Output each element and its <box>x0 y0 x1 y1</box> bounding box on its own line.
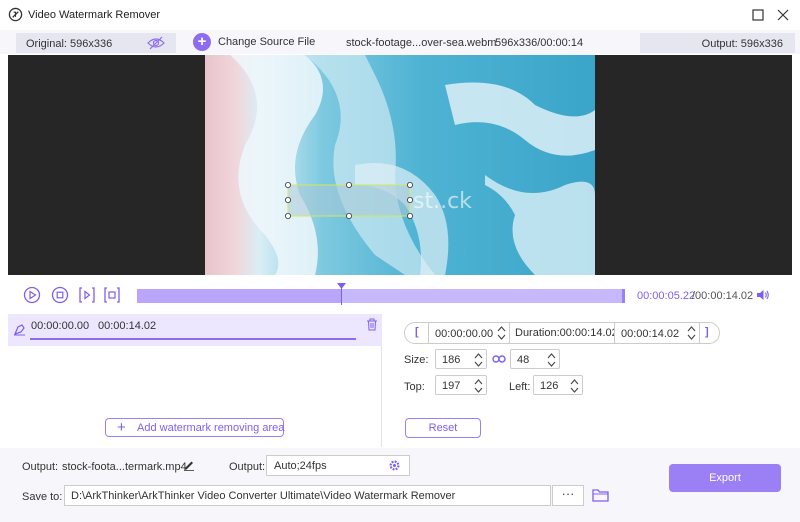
plus-icon: + <box>117 419 126 436</box>
segment-end-time: 00:00:14.02 <box>98 320 157 332</box>
output-file-name: stock-foota...termark.mp4 <box>62 461 187 473</box>
save-path-value: D:\ArkThinker\ArkThinker Video Converter… <box>71 490 456 502</box>
open-folder-icon[interactable] <box>592 488 609 502</box>
output-size-box: Output: 596x336 <box>640 33 795 53</box>
original-size-box: Original: 596x336 <box>16 33 176 53</box>
app-logo-icon <box>8 7 23 22</box>
ocean-image: st..ck <box>205 55 595 275</box>
duration-label: Duration:00:00:14.02 <box>515 327 618 339</box>
volume-icon[interactable] <box>756 288 770 302</box>
top-value: 197 <box>442 380 461 392</box>
left-field[interactable]: 126 <box>533 375 583 395</box>
total-time: /00:00:14.02 <box>692 290 754 302</box>
current-time: 00:00:05.22 <box>637 290 696 302</box>
output-format-field[interactable]: Auto;24fps <box>266 455 410 476</box>
save-path-field[interactable]: D:\ArkThinker\ArkThinker Video Converter… <box>64 485 551 506</box>
output-format-value: Auto;24fps <box>274 460 327 472</box>
height-field[interactable]: 48 <box>510 349 560 369</box>
output-size-label: Output: 596x336 <box>701 38 783 50</box>
watermark-text: st..ck <box>413 189 472 214</box>
set-end-button[interactable]: ] <box>705 326 709 338</box>
left-label: Left: <box>509 381 531 393</box>
title-bar: Video Watermark Remover <box>0 0 800 30</box>
eraser-icon <box>13 324 25 336</box>
left-value: 126 <box>540 380 559 392</box>
browse-more-button[interactable]: ··· <box>552 485 584 506</box>
original-size-label: Original: 596x336 <box>26 38 113 50</box>
video-frame: st..ck <box>205 55 595 275</box>
set-start-button[interactable]: [ <box>415 326 419 338</box>
close-icon[interactable] <box>774 6 792 24</box>
source-file-meta: 596x336/00:00:14 <box>495 37 584 49</box>
link-aspect-icon[interactable] <box>492 353 506 365</box>
end-time-stepper-icon[interactable] <box>687 325 696 341</box>
play-icon[interactable] <box>23 286 41 304</box>
playhead-marker[interactable] <box>337 283 347 305</box>
crop-frame-icon[interactable] <box>103 286 121 304</box>
start-time-field[interactable]: 00:00:00.00 <box>428 322 510 344</box>
start-time-stepper-icon[interactable] <box>497 325 506 341</box>
left-stepper-icon[interactable] <box>570 378 579 394</box>
change-source-label: Change Source File <box>218 36 316 48</box>
reset-button[interactable]: Reset <box>405 418 481 438</box>
plus-circle-icon: + <box>193 33 211 51</box>
size-label: Size: <box>404 354 429 366</box>
maximize-icon[interactable] <box>749 6 767 24</box>
height-value: 48 <box>517 354 530 366</box>
top-label: Top: <box>404 381 425 393</box>
add-watermark-area-button[interactable]: + Add watermark removing area <box>105 418 284 437</box>
output-format-label: Output: <box>229 461 266 473</box>
start-time-value: 00:00:00.00 <box>435 328 494 340</box>
edit-pencil-icon[interactable] <box>183 459 195 471</box>
width-field[interactable]: 186 <box>435 349 487 369</box>
save-to-label: Save to: <box>22 491 63 503</box>
segment-duration-bar <box>30 338 356 340</box>
end-time-field[interactable]: 00:00:14.02 <box>614 322 700 344</box>
height-stepper-icon[interactable] <box>547 352 556 368</box>
stop-icon[interactable] <box>51 286 69 304</box>
width-stepper-icon[interactable] <box>474 352 483 368</box>
timeline-progress <box>137 289 342 303</box>
top-stepper-icon[interactable] <box>474 378 483 394</box>
segment-start-time: 00:00:00.00 <box>31 320 90 332</box>
next-frame-icon[interactable] <box>78 286 96 304</box>
export-button[interactable]: Export <box>669 464 781 492</box>
trash-icon[interactable] <box>366 318 378 331</box>
top-field[interactable]: 197 <box>435 375 487 395</box>
output-file-label: Output: <box>22 461 59 473</box>
width-value: 186 <box>442 354 461 366</box>
end-time-value: 00:00:14.02 <box>621 328 680 340</box>
settings-gear-icon[interactable] <box>388 459 401 472</box>
window-title: Video Watermark Remover <box>28 9 161 21</box>
source-file-name: stock-footage...over-sea.webm <box>346 37 497 49</box>
add-area-label: Add watermark removing area <box>137 422 285 434</box>
eye-hide-icon[interactable] <box>147 36 165 50</box>
